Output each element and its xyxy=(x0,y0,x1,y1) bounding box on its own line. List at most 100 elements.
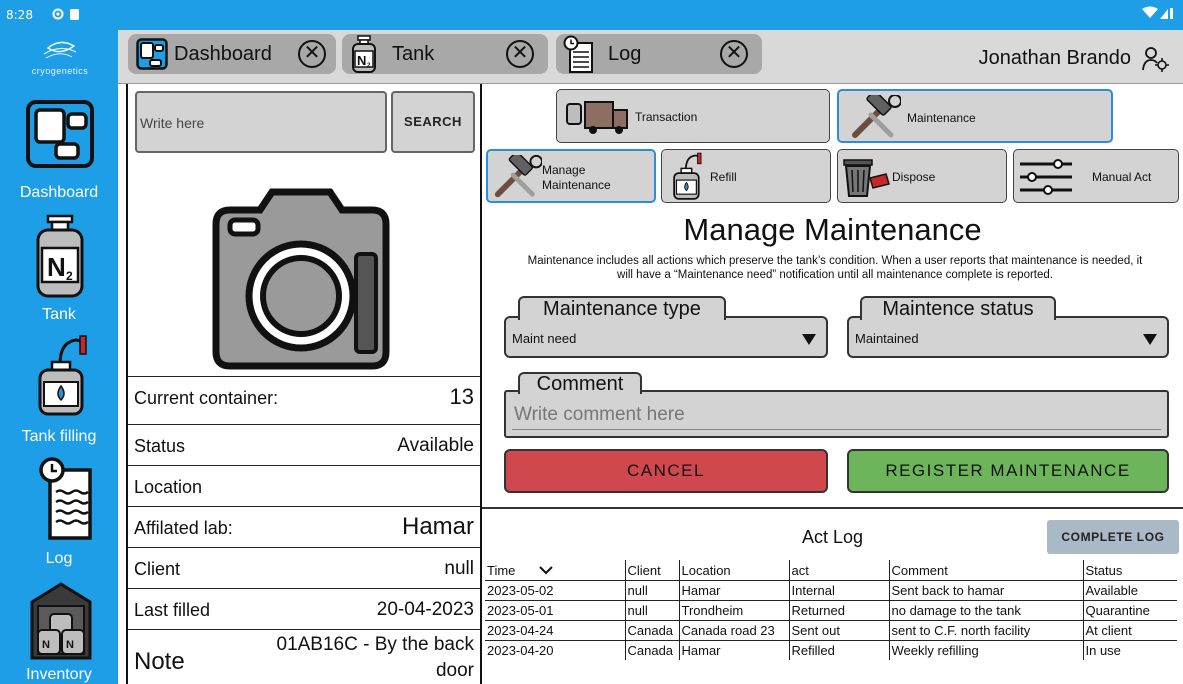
sidebar-item-tank[interactable]: N 2 Tank xyxy=(0,214,118,330)
refill-button[interactable]: Refill xyxy=(661,149,831,203)
detail-value: Hamar xyxy=(401,513,474,540)
maintenance-type-label: Maintenance type xyxy=(518,296,726,320)
sidebar-item-tank-filling[interactable]: Tank filling xyxy=(0,332,118,450)
detail-label: Last filled xyxy=(134,600,211,620)
detail-label: Client xyxy=(134,559,181,579)
cancel-button[interactable]: CANCEL xyxy=(504,449,828,493)
cell-client: null xyxy=(624,599,679,620)
logo-text: cryogenetics xyxy=(31,66,89,76)
tab-tank-label: Tank xyxy=(392,43,435,65)
divider xyxy=(482,507,1183,509)
column-header-comment[interactable]: Comment xyxy=(888,560,1083,580)
tab-dashboard[interactable]: Dashboard ✕ xyxy=(128,34,336,74)
transaction-button[interactable]: Transaction xyxy=(556,89,830,143)
detail-row-status: Status Available xyxy=(128,424,480,465)
detail-label: Affilated lab: xyxy=(134,518,233,538)
complete-log-button[interactable]: COMPLETE LOG xyxy=(1047,520,1179,554)
svg-text:N: N xyxy=(357,53,366,68)
search-input[interactable]: Write here xyxy=(135,91,387,153)
status-time: 8:28 xyxy=(6,8,33,22)
cell-act: Returned xyxy=(788,599,889,620)
close-icon[interactable]: ✕ xyxy=(720,40,748,68)
sidebar-label-dashboard: Dashboard xyxy=(19,184,99,201)
search-button[interactable]: SEARCH xyxy=(391,91,475,153)
table-row[interactable]: 2023-04-24 Canada Canada road 23 Sent ou… xyxy=(485,619,1177,640)
comment-label: Comment xyxy=(518,372,642,394)
status-bar: 8:28 xyxy=(0,0,1183,30)
comment-input[interactable]: Write comment here xyxy=(504,390,1169,438)
detail-value: 13 xyxy=(449,384,474,409)
cell-time: 2023-04-24 xyxy=(485,619,625,640)
register-maintenance-button[interactable]: REGISTER MAINTENANCE xyxy=(847,449,1169,493)
inventory-icon: N N xyxy=(30,582,92,660)
maintenance-status-select[interactable]: Maintained xyxy=(847,316,1169,358)
manual-act-button[interactable]: Manual Act xyxy=(1013,149,1179,203)
close-icon[interactable]: ✕ xyxy=(298,40,326,68)
cell-time: 2023-05-02 xyxy=(485,579,625,600)
table-row[interactable]: 2023-05-01 null Trondheim Returned no da… xyxy=(485,599,1177,620)
logo-icon xyxy=(43,41,77,59)
table-row[interactable]: 2023-05-02 null Hamar Internal Sent back… xyxy=(485,579,1177,600)
cell-client: Canada xyxy=(624,619,679,640)
cell-location: Hamar xyxy=(678,579,789,600)
detail-row-location: Location xyxy=(128,465,480,506)
detail-value: 01AB16C - By the back xyxy=(276,634,475,655)
detail-row-last-filled: Last filled 20-04-2023 xyxy=(128,588,480,629)
close-icon[interactable]: ✕ xyxy=(506,40,534,68)
tab-log[interactable]: Log ✕ xyxy=(556,34,762,74)
column-header-time[interactable]: Time xyxy=(485,560,625,580)
column-header-client[interactable]: Client xyxy=(624,560,679,580)
cell-time: 2023-04-20 xyxy=(485,639,625,660)
detail-row-current-container: Current container: 13 xyxy=(128,376,480,417)
description-line: will have a “Maintenance need” notificat… xyxy=(617,269,1053,281)
maintenance-type-select[interactable]: Maint need xyxy=(504,316,828,358)
maintenance-button[interactable]: Maintenance xyxy=(837,89,1113,143)
svg-text:N: N xyxy=(47,252,66,282)
table-row[interactable]: 2023-04-20 Canada Hamar Refilled Weekly … xyxy=(485,639,1177,660)
svg-text:N: N xyxy=(42,639,50,651)
tab-tank[interactable]: N 2 Tank ✕ xyxy=(342,34,548,74)
tab-bar: Dashboard ✕ N 2 Tank ✕ Log ✕ Jonathan Br… xyxy=(118,30,1183,84)
cell-act: Sent out xyxy=(788,619,889,640)
detail-label: Current container: xyxy=(134,388,279,408)
cell-act: Internal xyxy=(788,579,889,600)
cell-comment: no damage to the tank xyxy=(888,599,1083,620)
act-log-table: Time Client Location act Comment Status … xyxy=(485,560,1177,660)
sidebar-item-dashboard[interactable]: Dashboard xyxy=(0,96,118,212)
chevron-down-icon xyxy=(802,334,816,345)
cell-time: 2023-05-01 xyxy=(485,599,625,620)
cell-status: At client xyxy=(1082,619,1177,640)
column-header-act[interactable]: act xyxy=(788,560,889,580)
sidebar-item-log[interactable]: Log xyxy=(0,454,118,574)
column-header-location[interactable]: Location xyxy=(678,560,789,580)
sidebar-label-tank: Tank xyxy=(42,306,76,323)
maintenance-status-label: Maintence status xyxy=(860,296,1056,320)
cell-status: In use xyxy=(1082,639,1177,660)
maintenance-label: Maintenance xyxy=(907,111,976,125)
maintenance-type-value: Maint need xyxy=(512,331,577,346)
tools-icon xyxy=(494,155,542,198)
detail-row-affiliated-lab: Affilated lab: Hamar xyxy=(128,506,480,547)
detail-value: Available xyxy=(397,435,474,456)
chevron-down-icon xyxy=(1143,334,1157,345)
sidebar-item-inventory[interactable]: N N Inventory xyxy=(0,578,118,684)
settings-icon xyxy=(52,8,79,20)
manage-maintenance-button[interactable]: Manage Maintenance xyxy=(486,149,656,203)
detail-label: Note xyxy=(134,648,185,675)
cell-status: Quarantine xyxy=(1082,599,1177,620)
camera-icon[interactable] xyxy=(208,184,394,370)
user-settings-icon[interactable] xyxy=(1141,44,1169,72)
cell-location: Canada road 23 xyxy=(678,619,789,640)
dashboard-icon xyxy=(136,38,168,70)
chevron-down-icon[interactable] xyxy=(539,563,554,578)
description-line: Maintenance includes all actions which p… xyxy=(527,255,1143,267)
tank-details-panel: Write here SEARCH Current container: 13 … xyxy=(126,84,482,684)
sidebar-label-inventory: Inventory xyxy=(26,666,92,683)
column-header-status[interactable]: Status xyxy=(1082,560,1177,580)
dispose-button[interactable]: Dispose xyxy=(837,149,1007,203)
app-root: 8:28 cryogenetics Dashboard N 2 Tank Tan… xyxy=(0,0,1183,684)
detail-value: door xyxy=(435,660,474,681)
detail-value: 20-04-2023 xyxy=(376,599,474,620)
tab-log-label: Log xyxy=(608,43,642,65)
status-icons xyxy=(52,7,82,24)
